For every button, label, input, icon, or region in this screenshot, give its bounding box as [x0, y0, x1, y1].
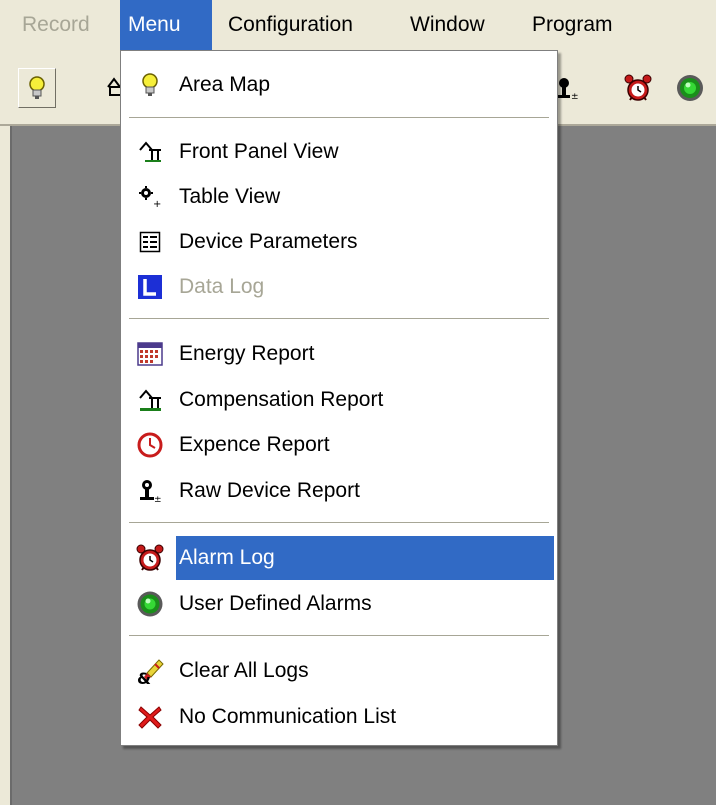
menu-item-label: Device Parameters	[179, 230, 358, 253]
alarm-clock-icon	[624, 74, 652, 101]
lightbulb-icon	[29, 76, 45, 99]
toolbar-alarm-log-button[interactable]	[618, 68, 658, 108]
raw-device-icon: ±	[140, 480, 162, 504]
menu-item-raw-device-report[interactable]: ± Raw Device Report	[124, 469, 554, 513]
menu-program[interactable]: Program	[524, 0, 621, 50]
toolbar-user-alarms-button[interactable]	[670, 68, 710, 108]
data-log-icon	[138, 275, 162, 299]
menu-separator	[129, 522, 549, 524]
compensation-icon	[139, 389, 161, 411]
menu-record[interactable]: Record	[14, 0, 98, 50]
alarm-clock-icon	[136, 544, 164, 571]
svg-text:+: +	[153, 199, 161, 209]
svg-text:±: ±	[154, 495, 162, 504]
calendar-icon	[137, 342, 163, 366]
device-parameters-icon	[139, 231, 161, 253]
menu-separator	[129, 318, 549, 320]
menu-item-label: Energy Report	[179, 342, 315, 365]
menu-item-label: Front Panel View	[179, 140, 339, 163]
menu-item-compensation-report[interactable]: Compensation Report	[124, 378, 554, 422]
menu-window[interactable]: Window	[402, 0, 493, 50]
menu-item-label: Alarm Log	[179, 546, 275, 569]
green-alarm-icon	[677, 75, 703, 101]
menu-item-expence-report[interactable]: Expence Report	[124, 423, 554, 467]
menu-menu[interactable]: Menu	[120, 0, 212, 50]
menu-item-label: Area Map	[179, 73, 271, 96]
red-x-icon	[138, 706, 162, 729]
menu-item-label: No Communication List	[179, 705, 397, 728]
menu-item-front-panel-view[interactable]: Front Panel View	[124, 130, 554, 174]
clock-icon	[137, 432, 163, 458]
menu-item-label: Expence Report	[179, 433, 330, 456]
menu-item-label: User Defined Alarms	[179, 592, 372, 615]
menu-item-data-log[interactable]: Data Log	[124, 265, 554, 309]
front-panel-icon	[139, 141, 161, 162]
menu-separator	[129, 635, 549, 637]
menu-separator	[129, 117, 549, 119]
menu-item-label: Raw Device Report	[179, 479, 360, 502]
menu-dropdown: Area Map Front Panel View + Table View D…	[120, 50, 558, 746]
menu-item-label: Compensation Report	[179, 388, 384, 411]
menu-item-no-communication-list[interactable]: No Communication List	[124, 695, 554, 739]
menu-item-user-defined-alarms[interactable]: User Defined Alarms	[124, 582, 554, 626]
green-alarm-icon	[137, 591, 163, 617]
menu-item-energy-report[interactable]: Energy Report	[124, 332, 554, 376]
menu-item-clear-all-logs[interactable]: & Clear All Logs	[124, 649, 554, 693]
menu-item-label: Clear All Logs	[179, 659, 309, 682]
menu-configuration[interactable]: Configuration	[220, 0, 361, 50]
toolbar-area-map-button[interactable]	[18, 68, 56, 108]
svg-text:±: ±	[571, 92, 578, 101]
menu-item-label: Data Log	[179, 275, 265, 298]
menu-item-device-parameters[interactable]: Device Parameters	[124, 220, 554, 264]
menu-item-label: Table View	[179, 185, 281, 208]
svg-text:&: &	[137, 669, 151, 685]
table-view-icon: +	[139, 186, 161, 209]
menu-item-alarm-log[interactable]: Alarm Log	[124, 536, 554, 580]
lightbulb-icon	[142, 73, 158, 96]
menu-item-table-view[interactable]: + Table View	[124, 175, 554, 219]
menu-item-area-map[interactable]: Area Map	[124, 63, 554, 107]
menu-bar: Record Menu Configuration Window Program	[0, 0, 716, 50]
eraser-icon: &	[137, 659, 164, 685]
